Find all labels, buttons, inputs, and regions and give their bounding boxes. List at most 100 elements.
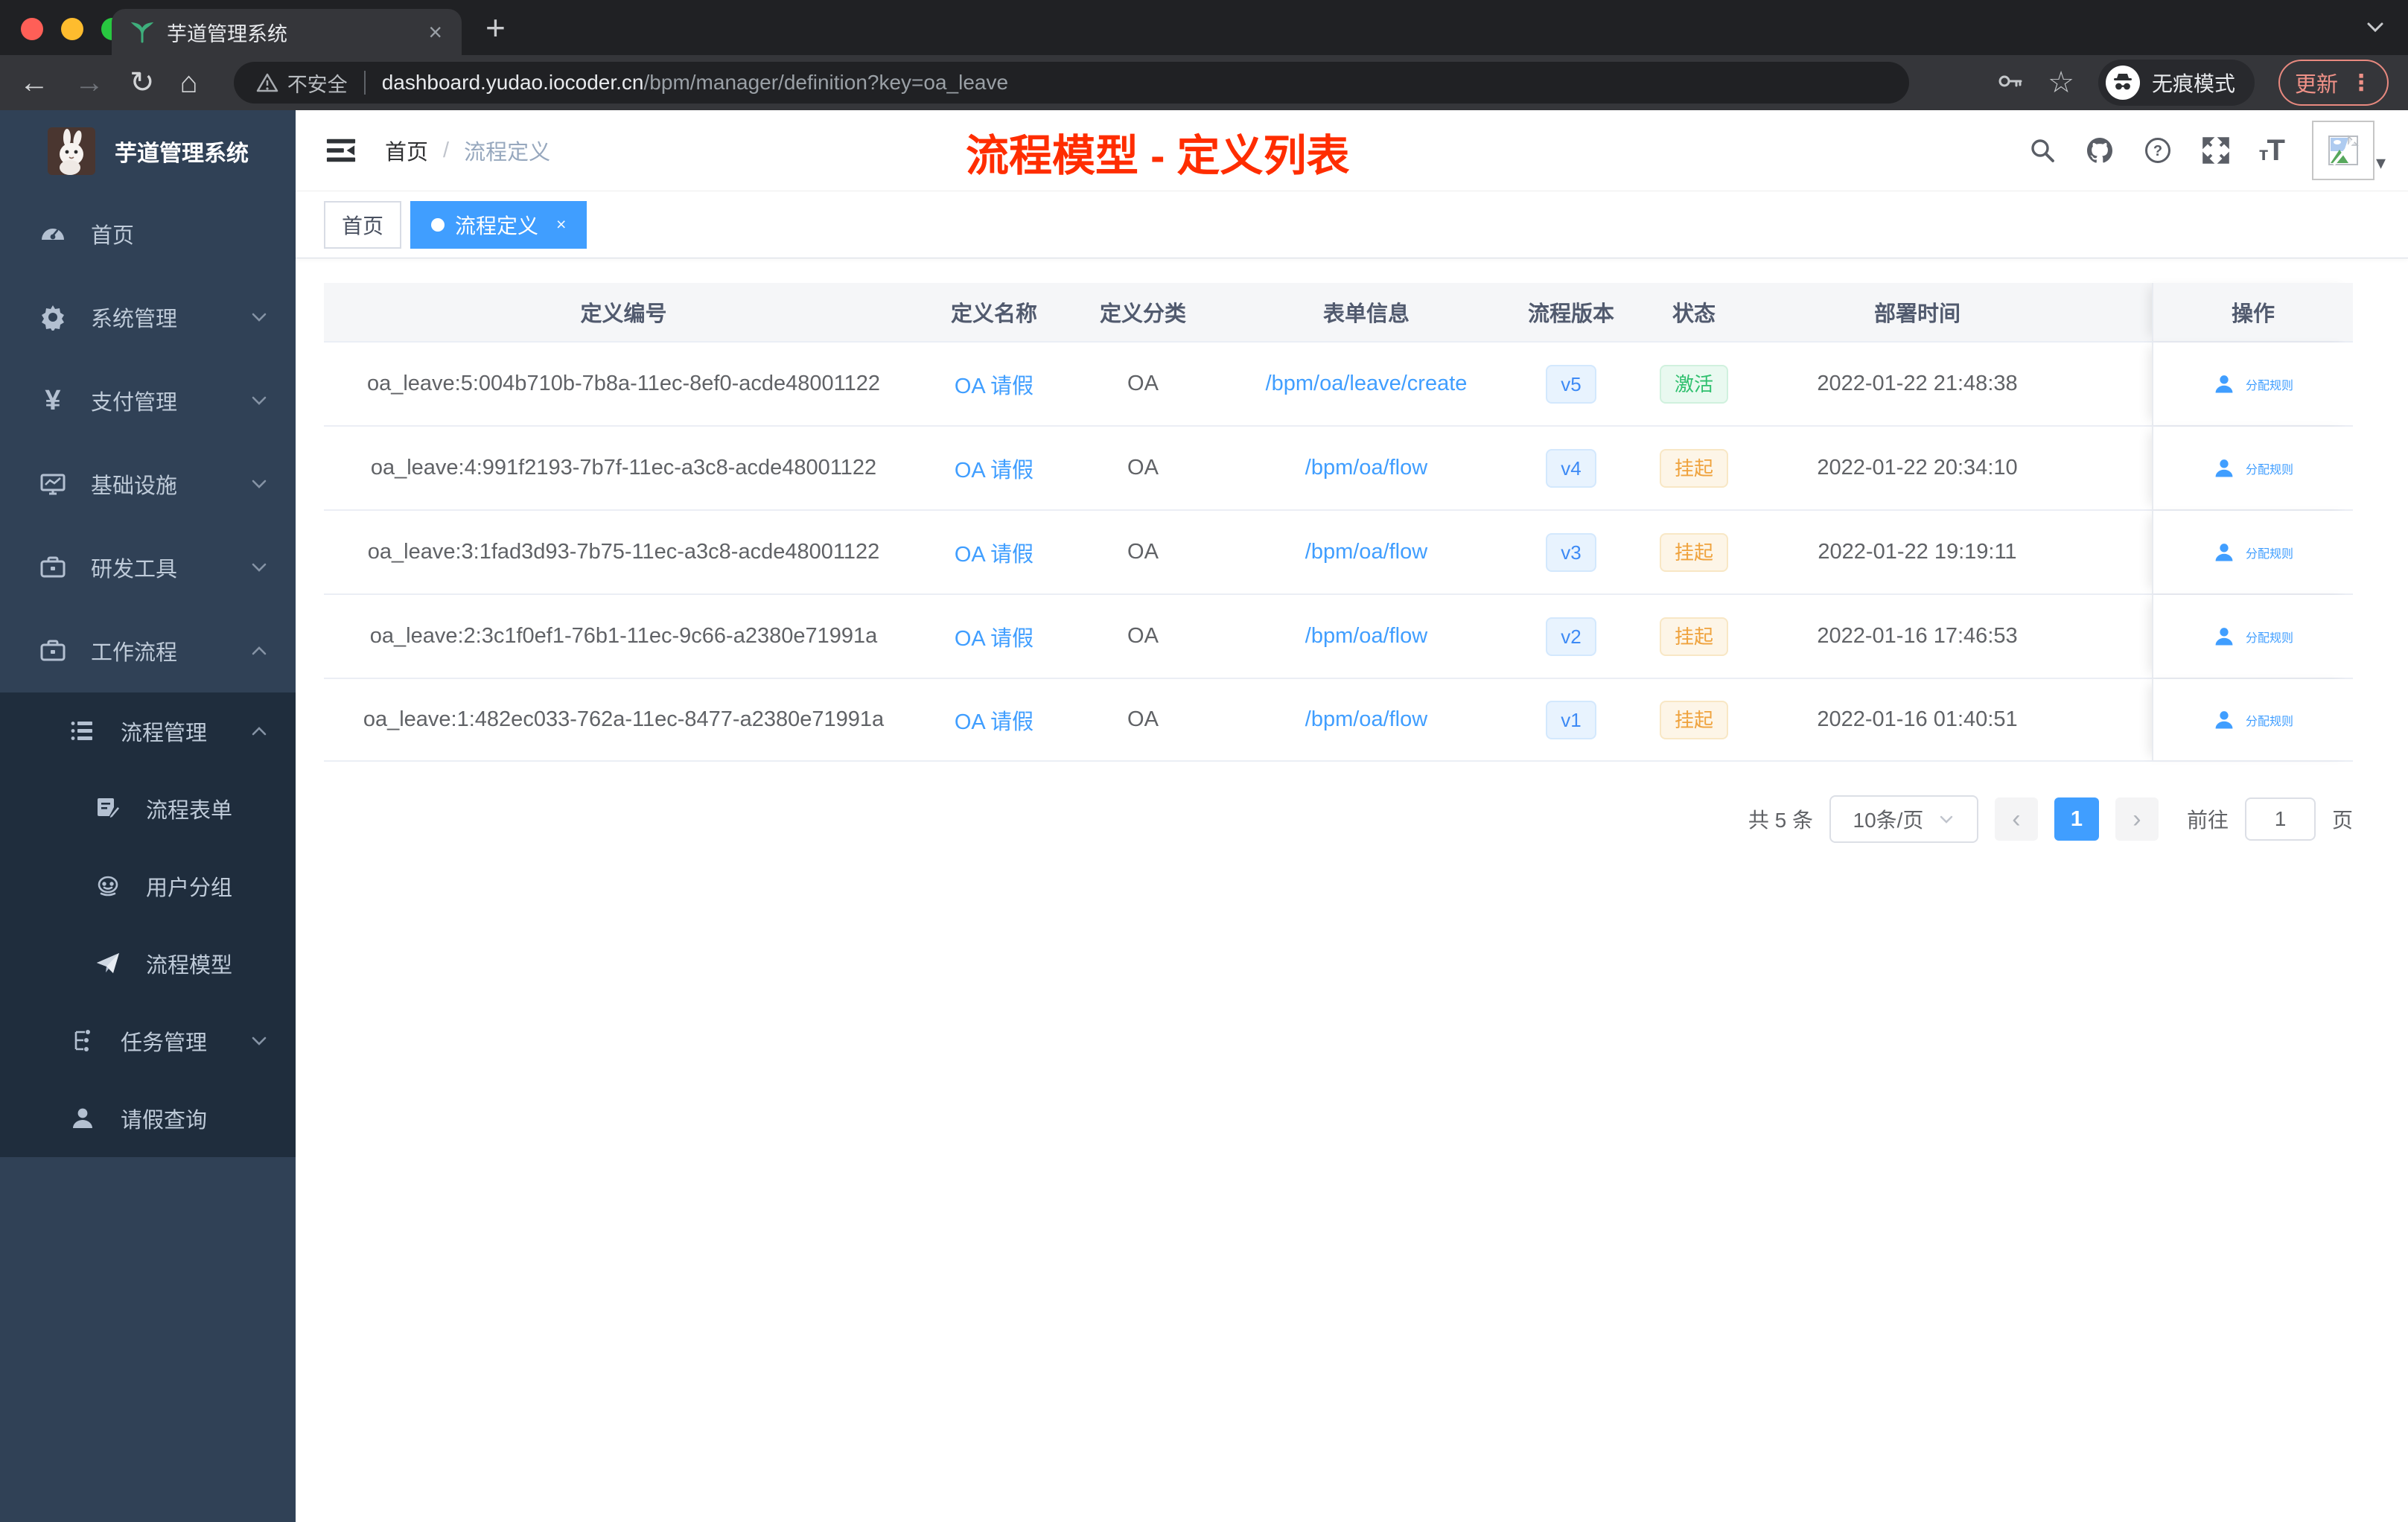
version-badge: v2 — [1546, 617, 1596, 656]
cell-actions: 分配规则 — [2152, 595, 2353, 678]
close-window-button[interactable] — [21, 18, 43, 40]
goto-page-input[interactable] — [2244, 797, 2316, 841]
fullscreen-icon[interactable] — [2201, 136, 2231, 165]
reload-icon[interactable]: ↻ — [130, 68, 155, 98]
sidebar-item-infra[interactable]: 基础设施 — [0, 442, 296, 526]
new-tab-button[interactable]: + — [485, 7, 506, 48]
status-badge: 激活 — [1659, 364, 1728, 404]
chevron-up-icon — [249, 722, 269, 741]
sidebar-item-home[interactable]: 首页 — [0, 192, 296, 276]
tag-process-definition[interactable]: 流程定义 × — [410, 200, 587, 249]
cell-form-link[interactable]: /bpm/oa/leave/create — [1221, 372, 1512, 396]
sidebar-item-user-group[interactable]: 用户分组 — [0, 847, 296, 925]
tab-search-caret-icon[interactable] — [2362, 13, 2389, 40]
cell-definition-name-link[interactable]: OA 请假 — [923, 621, 1065, 652]
assign-user-icon — [2215, 543, 2233, 561]
prev-page-button[interactable]: ‹ — [1994, 797, 2038, 841]
cell-definition-name-link[interactable]: OA 请假 — [923, 369, 1065, 400]
assign-rule-button[interactable]: 分配规则 — [2246, 711, 2293, 729]
cell-definition-id: oa_leave:4:991f2193-7b7f-11ec-a3c8-acde4… — [370, 456, 877, 480]
breadcrumb-home[interactable]: 首页 — [385, 135, 428, 166]
avatar-wrap: ▾ — [2311, 121, 2386, 180]
assign-rule-button[interactable]: 分配规则 — [2246, 375, 2293, 393]
sidebar-item-label: 用户分组 — [146, 876, 233, 900]
font-size-icon[interactable]: тT — [2259, 134, 2285, 168]
update-label[interactable]: 更新 — [2295, 67, 2338, 98]
sidebar-logo[interactable]: 芋道管理系统 — [0, 110, 296, 192]
assign-user-icon — [2215, 459, 2233, 477]
sidebar-item-workflow[interactable]: 工作流程 — [0, 609, 296, 692]
address-bar[interactable]: 不安全 dashboard.yudao.iocoder.cn /bpm/mana… — [233, 62, 1909, 104]
window-controls — [21, 18, 124, 40]
github-icon[interactable] — [2085, 136, 2115, 165]
incognito-label: 无痕模式 — [2151, 72, 2235, 95]
table-row: oa_leave:3:1fad3d93-7b75-11ec-a3c8-acde4… — [324, 509, 2353, 593]
sidebar-item-leave-query[interactable]: 请假查询 — [0, 1080, 296, 1157]
main-area: 流程模型 - 定义列表 首页 / 流程定义 ? тT ▾ 首页 流程定义 × 定… — [296, 110, 2408, 1522]
browser-tab[interactable]: 芋道管理系统 × — [112, 9, 462, 55]
avatar-caret-icon[interactable]: ▾ — [2376, 151, 2386, 174]
dashboard-icon — [36, 220, 70, 247]
version-badge: v4 — [1546, 448, 1596, 488]
col-header-version: 流程版本 — [1527, 302, 1614, 326]
pagination-total: 共 5 条 — [1748, 809, 1813, 832]
col-header-actions: 操作 — [2152, 283, 2353, 341]
cell-category: OA — [1127, 540, 1159, 564]
definition-table: 定义编号 定义名称 定义分类 表单信息 流程版本 状态 部署时间 操作 oa_l… — [324, 283, 2353, 762]
table-row: oa_leave:2:3c1f0ef1-76b1-11ec-9c66-a2380… — [324, 593, 2353, 678]
incognito-badge: 无痕模式 — [2098, 60, 2255, 106]
cell-definition-id: oa_leave:5:004b710b-7b8a-11ec-8ef0-acde4… — [366, 372, 881, 395]
cell-form-link[interactable]: /bpm/oa/flow — [1221, 456, 1512, 480]
browser-menu-icon[interactable]: ⋮ — [2350, 70, 2372, 96]
workflow-submenu: 流程管理 流程表单 用户分组 流程模型 任务管理 请假查询 — [0, 692, 296, 1157]
sidebar-item-label: 流程表单 — [146, 799, 233, 823]
help-icon[interactable]: ? — [2143, 136, 2173, 165]
tab-close-icon[interactable]: × — [428, 20, 442, 44]
home-icon[interactable]: ⌂ — [180, 68, 198, 98]
assign-rule-button[interactable]: 分配规则 — [2246, 544, 2293, 561]
tag-home[interactable]: 首页 — [324, 200, 402, 249]
back-icon[interactable]: ← — [19, 68, 49, 98]
security-label[interactable]: 不安全 — [287, 69, 348, 98]
sidebar-item-system[interactable]: 系统管理 — [0, 276, 296, 359]
next-page-button[interactable]: › — [2115, 797, 2159, 841]
sidebar-item-process-model[interactable]: 流程模型 — [0, 925, 296, 1002]
sidebar-fold-icon[interactable] — [325, 135, 357, 166]
forward-icon[interactable]: → — [74, 68, 104, 98]
page-1-button[interactable]: 1 — [2054, 797, 2099, 841]
cell-deploy-time: 2022-01-22 19:19:11 — [1818, 540, 2017, 564]
browser-toolbar: ← → ↻ ⌂ 不安全 dashboard.yudao.iocoder.cn /… — [0, 55, 2408, 110]
sidebar-item-task-manage[interactable]: 任务管理 — [0, 1002, 296, 1080]
sidebar-item-label: 首页 — [91, 224, 135, 248]
sidebar-item-devtools[interactable]: 研发工具 — [0, 526, 296, 609]
sidebar-item-label: 请假查询 — [121, 1109, 208, 1133]
tab-strip: 芋道管理系统 × + — [0, 0, 2408, 55]
tag-close-icon[interactable]: × — [556, 214, 566, 235]
page-size-select[interactable]: 10条/页 — [1829, 795, 1978, 843]
assign-rule-button[interactable]: 分配规则 — [2246, 628, 2293, 646]
page-content: 定义编号 定义名称 定义分类 表单信息 流程版本 状态 部署时间 操作 oa_l… — [296, 283, 2408, 843]
minimize-window-button[interactable] — [61, 18, 83, 40]
sidebar-item-process-manage[interactable]: 流程管理 — [0, 692, 296, 770]
table-row: oa_leave:5:004b710b-7b8a-11ec-8ef0-acde4… — [324, 341, 2353, 425]
search-icon[interactable] — [2028, 136, 2057, 165]
cell-definition-name-link[interactable]: OA 请假 — [923, 537, 1065, 568]
browser-update-button[interactable]: 更新 ⋮ — [2278, 60, 2389, 106]
sidebar-item-process-form[interactable]: 流程表单 — [0, 770, 296, 847]
robot-face-icon — [91, 873, 125, 899]
sidebar-item-payment[interactable]: ¥ 支付管理 — [0, 359, 296, 442]
bookmark-star-icon[interactable]: ☆ — [2048, 68, 2074, 98]
cell-definition-name-link[interactable]: OA 请假 — [923, 453, 1065, 484]
security-warning-icon[interactable] — [256, 71, 278, 94]
key-icon[interactable] — [1997, 69, 2024, 96]
assign-rule-button[interactable]: 分配规则 — [2246, 459, 2293, 477]
cell-form-link[interactable]: /bpm/oa/flow — [1221, 707, 1512, 732]
sidebar-item-label: 支付管理 — [91, 391, 178, 415]
cell-form-link[interactable]: /bpm/oa/flow — [1221, 540, 1512, 564]
tags-view: 首页 流程定义 × — [296, 191, 2408, 258]
cell-definition-name-link[interactable]: OA 请假 — [923, 704, 1065, 736]
sidebar-item-label: 工作流程 — [91, 641, 178, 665]
avatar[interactable] — [2311, 121, 2374, 180]
cell-deploy-time: 2022-01-22 20:34:10 — [1817, 456, 2018, 480]
cell-form-link[interactable]: /bpm/oa/flow — [1221, 624, 1512, 649]
